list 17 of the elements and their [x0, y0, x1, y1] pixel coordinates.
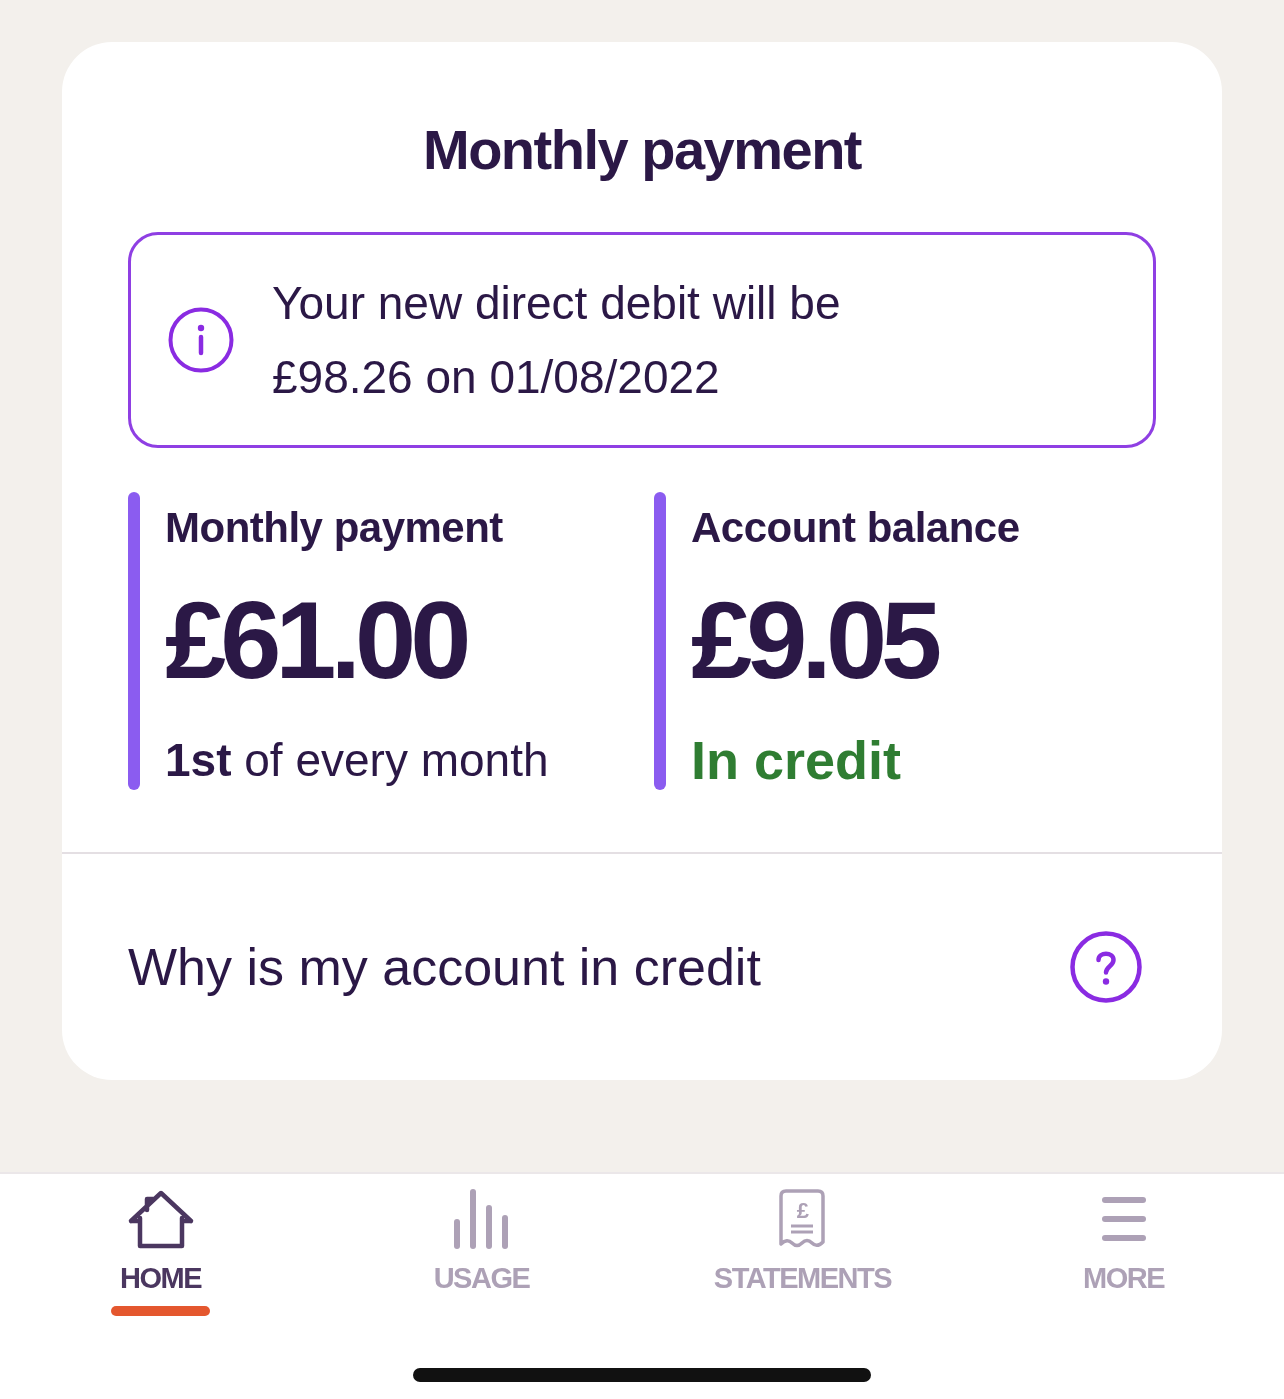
stat-amount: £61.00 — [165, 584, 466, 696]
stat-label: Account balance — [691, 503, 1020, 553]
nav-tab[interactable]: MORE — [1083, 1174, 1164, 1316]
help-icon — [1070, 931, 1142, 1003]
card-title: Monthly payment — [423, 117, 861, 183]
nav-tab[interactable]: £ STATEMENTS — [713, 1174, 892, 1316]
receipt-icon: £ — [777, 1188, 828, 1250]
nav-tab[interactable]: HOME — [111, 1174, 210, 1316]
nav-tab[interactable]: USAGE — [433, 1174, 530, 1316]
stat-label: Monthly payment — [165, 503, 503, 553]
bar-chart-icon — [452, 1188, 511, 1250]
schedule-text: 1st of every month — [165, 733, 549, 788]
status-text: In credit — [691, 730, 902, 790]
help-link[interactable]: Why is my account in credit — [62, 854, 1222, 1080]
stat-amount: £9.05 — [691, 584, 937, 696]
info-icon — [168, 307, 234, 373]
notice-text: Your new direct debit will be £98.26 on 01/08/2022 — [272, 276, 842, 405]
